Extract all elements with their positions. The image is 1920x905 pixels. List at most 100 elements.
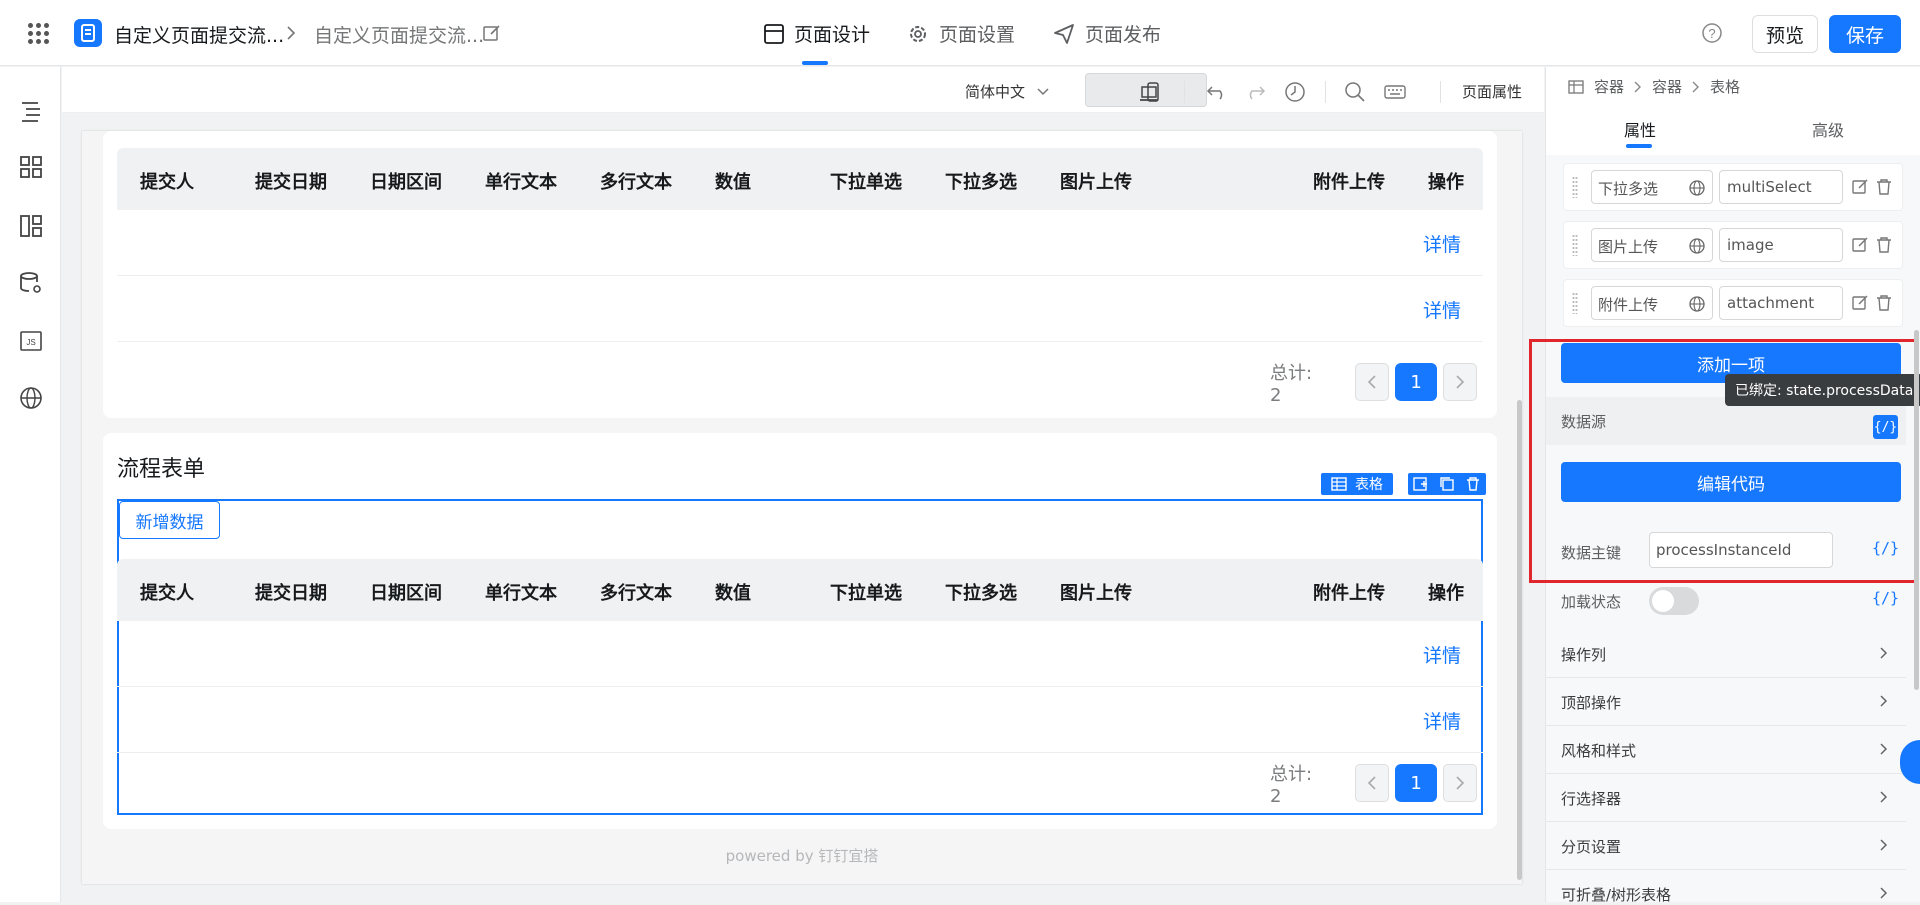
drag-handle-icon[interactable] (1572, 176, 1578, 198)
save-button[interactable]: 保存 (1829, 15, 1901, 53)
breadcrumb-item[interactable]: 表格 (1710, 76, 1740, 97)
column-header: 多行文本 (600, 172, 672, 193)
undo-button[interactable] (1198, 76, 1236, 108)
page-number-button[interactable]: 1 (1395, 764, 1438, 802)
components-icon[interactable] (19, 155, 43, 179)
trash-icon[interactable] (1465, 476, 1481, 492)
tab-properties[interactable]: 属性 (1624, 117, 1656, 141)
gear-icon (910, 25, 926, 42)
app-grid-icon[interactable] (28, 23, 49, 44)
breadcrumb-app[interactable]: 自定义页面提交流... (114, 21, 284, 48)
section-style[interactable]: 风格和样式 (1546, 726, 1906, 774)
section-top-actions[interactable]: 顶部操作 (1546, 678, 1906, 726)
field-key-input[interactable]: image (1719, 228, 1843, 262)
next-page-button[interactable] (1443, 363, 1477, 401)
chevron-right-icon (287, 26, 296, 40)
component-tag[interactable]: 表格 (1321, 473, 1393, 495)
chevron-right-icon (1880, 839, 1888, 851)
outline-tree-icon[interactable] (19, 99, 43, 123)
section-pagination[interactable]: 分页设置 (1546, 822, 1906, 870)
total-count: 总计: 2 (1270, 763, 1313, 807)
globe-icon[interactable] (1688, 295, 1706, 313)
pagination: 总计: 2 1 (1270, 762, 1483, 807)
send-icon (1054, 23, 1074, 44)
preview-button[interactable]: 预览 (1752, 15, 1818, 53)
column-header: 下拉单选 (830, 172, 902, 193)
undo-icon (1206, 86, 1223, 100)
component-actions (1408, 473, 1486, 495)
prev-page-button[interactable] (1355, 363, 1390, 401)
column-header: 下拉多选 (945, 172, 1017, 193)
table-icon (1568, 79, 1584, 94)
breadcrumb-page[interactable]: 自定义页面提交流... (314, 21, 484, 48)
template-icon[interactable] (19, 214, 43, 238)
tab-page-publish[interactable]: 页面发布 (1053, 20, 1161, 47)
canvas-scrollbar[interactable] (1517, 400, 1522, 880)
breadcrumb-item[interactable]: 容器 (1594, 76, 1624, 97)
drag-handle-icon[interactable] (1572, 292, 1578, 314)
edit-icon[interactable] (1852, 236, 1870, 254)
trash-icon[interactable] (1876, 236, 1892, 254)
app-icon (74, 19, 102, 47)
mobile-view-button[interactable] (1134, 76, 1172, 108)
page-number-button[interactable]: 1 (1395, 363, 1438, 401)
prev-page-button[interactable] (1355, 764, 1390, 802)
trash-icon[interactable] (1876, 178, 1892, 196)
edit-icon[interactable] (1852, 178, 1870, 196)
column-header: 多行文本 (600, 583, 672, 604)
globe-icon[interactable] (1688, 179, 1706, 197)
edit-icon[interactable] (483, 24, 501, 42)
detail-link[interactable]: 详情 (1423, 707, 1461, 734)
field-key-input[interactable]: multiSelect (1719, 170, 1843, 204)
table-header: 提交人 提交日期 日期区间 单行文本 多行文本 数值 下拉单选 下拉多选 图片上… (117, 559, 1483, 621)
section-action-column[interactable]: 操作列 (1546, 630, 1906, 678)
canvas-toolbar: 简体中文 页面属性 (62, 67, 1544, 113)
globe-icon[interactable] (1688, 237, 1706, 255)
detail-link[interactable]: 详情 (1423, 296, 1461, 323)
next-page-button[interactable] (1443, 764, 1477, 802)
language-select[interactable]: 简体中文 (965, 81, 1049, 102)
copy-icon[interactable] (1439, 476, 1455, 492)
top-bar: 自定义页面提交流... 自定义页面提交流... 页面设计 页面设置 页面发布 ?… (0, 0, 1920, 66)
redo-button[interactable] (1236, 76, 1274, 108)
variable-bind-button[interactable]: {/} (1872, 589, 1899, 607)
chevron-right-icon (1880, 743, 1888, 755)
chevron-right-icon (1456, 776, 1465, 790)
keyboard-button[interactable] (1376, 76, 1414, 108)
detail-link[interactable]: 详情 (1423, 641, 1461, 668)
tab-advanced[interactable]: 高级 (1812, 117, 1844, 141)
help-icon[interactable]: ? (1701, 22, 1723, 44)
table-row: 详情 (117, 276, 1483, 342)
field-type-select[interactable]: 附件上传 (1591, 286, 1713, 320)
history-button[interactable] (1276, 76, 1314, 108)
add-above-icon[interactable] (1413, 476, 1429, 492)
selected-table-component[interactable]: 新增数据 提交人 提交日期 日期区间 单行文本 多行文本 数值 下拉单选 下拉多… (117, 499, 1483, 815)
page-properties-button[interactable]: 页面属性 (1462, 81, 1522, 102)
table-header: 提交人 提交日期 日期区间 单行文本 多行文本 数值 下拉单选 下拉多选 图片上… (117, 148, 1483, 210)
chevron-right-icon (1880, 791, 1888, 803)
section-tree-table[interactable]: 可折叠/树形表格 (1546, 870, 1906, 904)
column-header: 图片上传 (1060, 583, 1132, 604)
globe-icon[interactable] (19, 386, 43, 410)
breadcrumb-item[interactable]: 容器 (1652, 76, 1682, 97)
tab-page-settings[interactable]: 页面设置 (907, 20, 1015, 47)
trash-icon[interactable] (1876, 294, 1892, 312)
add-data-button[interactable]: 新增数据 (119, 501, 220, 539)
detail-link[interactable]: 详情 (1423, 230, 1461, 257)
field-type-select[interactable]: 下拉多选 (1591, 170, 1713, 204)
tab-page-design[interactable]: 页面设计 (764, 20, 870, 47)
chevron-right-icon (1880, 695, 1888, 707)
field-type-select[interactable]: 图片上传 (1591, 228, 1713, 262)
js-code-icon[interactable]: JS (19, 329, 43, 353)
column-header: 提交日期 (255, 172, 327, 193)
language-value: 简体中文 (965, 83, 1026, 101)
drag-handle-icon[interactable] (1572, 234, 1578, 256)
section-label: 顶部操作 (1561, 694, 1622, 712)
search-button[interactable] (1336, 76, 1374, 108)
section-row-selector[interactable]: 行选择器 (1546, 774, 1906, 822)
panel-scrollbar[interactable] (1914, 330, 1919, 690)
field-key-input[interactable]: attachment (1719, 286, 1843, 320)
loading-state-toggle[interactable] (1649, 587, 1699, 615)
edit-icon[interactable] (1852, 294, 1870, 312)
data-source-icon[interactable] (19, 271, 43, 295)
